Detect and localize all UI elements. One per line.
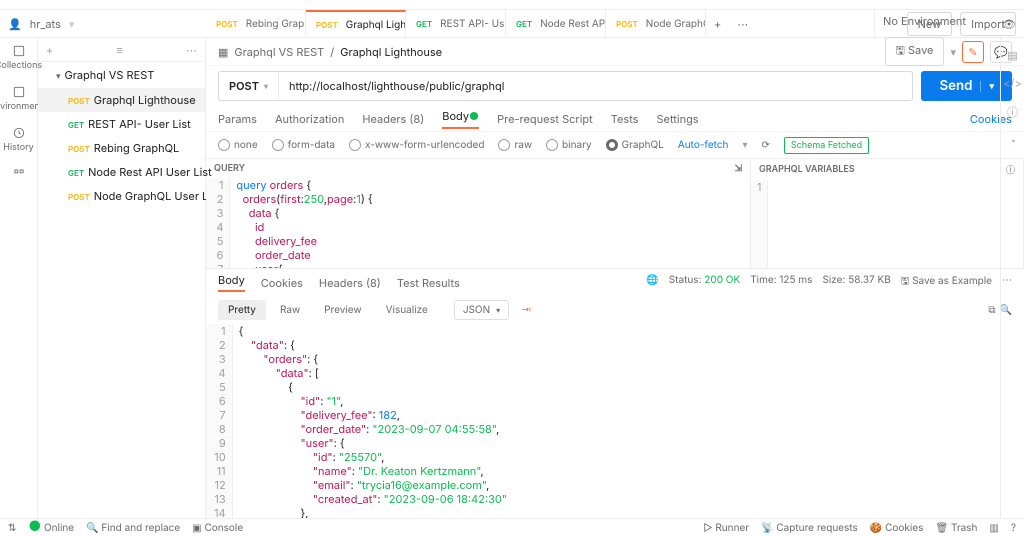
view-raw[interactable]: Raw	[270, 300, 310, 320]
query-label: QUERY	[214, 163, 245, 174]
panes-icon[interactable]: ▥	[989, 522, 998, 534]
copy-icon[interactable]: ⧉	[988, 304, 995, 316]
workspace-name[interactable]: hr_ats	[30, 17, 61, 31]
body-xwww[interactable]: x-www-form-urlencoded	[349, 139, 484, 151]
rail-more[interactable]	[12, 167, 26, 181]
body-none[interactable]: none	[218, 139, 258, 151]
capture[interactable]: 📡 Capture requests	[761, 522, 858, 534]
workspace-icon: 👤	[8, 17, 22, 31]
save-example[interactable]: 🖫 Save as Example	[901, 274, 992, 291]
help-icon[interactable]: ?	[1011, 522, 1016, 534]
resp-headers-tab[interactable]: Headers (8)	[319, 276, 381, 290]
wrap-icon[interactable]: ⇥	[521, 304, 531, 316]
environment-selector[interactable]: No Environment	[874, 10, 994, 37]
tab-params[interactable]: Params	[218, 112, 257, 126]
request-tab[interactable]: POSTGraphql Lighthouse	[306, 10, 406, 37]
env-eye-icon[interactable]: 👁	[994, 10, 1024, 37]
save-button[interactable]: 🖫 Save	[885, 37, 945, 66]
refresh-icon[interactable]: ⟳	[762, 139, 770, 151]
rail-collections[interactable]: Collections	[0, 44, 42, 71]
resp-cookies-tab[interactable]: Cookies	[261, 276, 303, 290]
more-icon[interactable]: ⋯	[186, 43, 197, 57]
code-icon[interactable]: </>	[1003, 76, 1022, 90]
format-selector[interactable]: JSON▾	[454, 300, 509, 320]
body-binary[interactable]: binary	[546, 139, 592, 151]
variables-editor[interactable]: 1	[751, 180, 1023, 268]
tab-prereq[interactable]: Pre-request Script	[497, 112, 593, 126]
collection-icon: ▦	[218, 45, 228, 59]
docs-icon[interactable]: ▤	[1007, 48, 1017, 62]
find-replace[interactable]: 🔍 Find and replace	[86, 522, 180, 534]
view-preview[interactable]: Preview	[314, 300, 372, 320]
filter-icon[interactable]: ≡	[116, 43, 122, 57]
add-tab[interactable]: +	[706, 10, 729, 37]
runner[interactable]: ▷ Runner	[703, 522, 749, 534]
sidebar-request[interactable]: GETNode Rest API User List	[38, 160, 205, 184]
sidebar-request[interactable]: POSTGraphql Lighthouse	[38, 88, 205, 112]
tab-overflow[interactable]: ⋯	[729, 10, 756, 37]
request-tab[interactable]: GETNode Rest API User List	[506, 10, 606, 37]
online-status: Online	[44, 522, 74, 534]
status-size: Size: 58.37 KB	[822, 274, 890, 291]
method-selector[interactable]: POST▾	[219, 72, 279, 100]
breadcrumb-request[interactable]: Graphql Lighthouse	[340, 45, 442, 59]
body-form[interactable]: form-data	[272, 139, 335, 151]
variables-label: GRAPHQL VARIABLES	[759, 164, 855, 175]
hint-icon[interactable]: ◔	[1009, 134, 1016, 148]
cookies-footer[interactable]: 🍪 Cookies	[870, 522, 924, 534]
tab-body[interactable]: Body●	[442, 109, 479, 129]
network-icon[interactable]: 🌐	[646, 274, 658, 291]
collapse-icon[interactable]: ⇲	[734, 163, 742, 174]
console-toggle[interactable]: ▣ Console	[192, 522, 243, 534]
auto-fetch[interactable]: Auto-fetch	[678, 139, 729, 151]
view-visualize[interactable]: Visualize	[376, 300, 438, 320]
url-input[interactable]: http://localhost/lighthouse/public/graph…	[279, 79, 912, 93]
query-editor[interactable]: 12345678910query orders { orders(first:2…	[206, 178, 750, 268]
resp-tests-tab[interactable]: Test Results	[397, 276, 460, 290]
tab-settings[interactable]: Settings	[657, 112, 699, 126]
sidebar-request[interactable]: GETREST API- User List	[38, 112, 205, 136]
edit-icon[interactable]: ✎	[962, 41, 984, 63]
view-pretty[interactable]: Pretty	[218, 300, 266, 320]
request-tab[interactable]: POSTNode GraphQL User List	[606, 10, 706, 37]
trash[interactable]: 🗑 Trash	[935, 522, 977, 534]
body-raw[interactable]: raw	[498, 139, 532, 151]
request-tab[interactable]: POSTRebing GraphQL	[206, 10, 306, 37]
request-tab[interactable]: GETREST API- User List	[406, 10, 506, 37]
body-graphql[interactable]: GraphQL	[606, 139, 664, 151]
resp-body-tab[interactable]: Body	[218, 273, 245, 292]
tab-tests[interactable]: Tests	[611, 112, 639, 126]
info-icon[interactable]: ⓘ	[1007, 104, 1018, 120]
status-time: Time: 125 ms	[750, 274, 812, 291]
tab-auth[interactable]: Authorization	[275, 112, 344, 126]
sidebar-request[interactable]: POSTNode GraphQL User List	[38, 184, 205, 208]
collection-name[interactable]: Graphql VS REST	[38, 62, 205, 88]
add-icon[interactable]: +	[46, 43, 53, 57]
sidebar-request[interactable]: POSTRebing GraphQL	[38, 136, 205, 160]
tab-headers[interactable]: Headers (8)	[362, 112, 424, 126]
send-button[interactable]: Send▾	[921, 71, 1012, 101]
rail-history[interactable]: History	[3, 126, 33, 153]
breadcrumb-collection[interactable]: Graphql VS REST	[234, 45, 324, 59]
response-body[interactable]: 12345678910111213141516171819202122{ "da…	[206, 324, 1024, 518]
schema-status: Schema Fetched	[784, 137, 869, 154]
sync-icon[interactable]: ⇅	[8, 522, 16, 534]
status-value: 200 OK	[704, 274, 740, 286]
